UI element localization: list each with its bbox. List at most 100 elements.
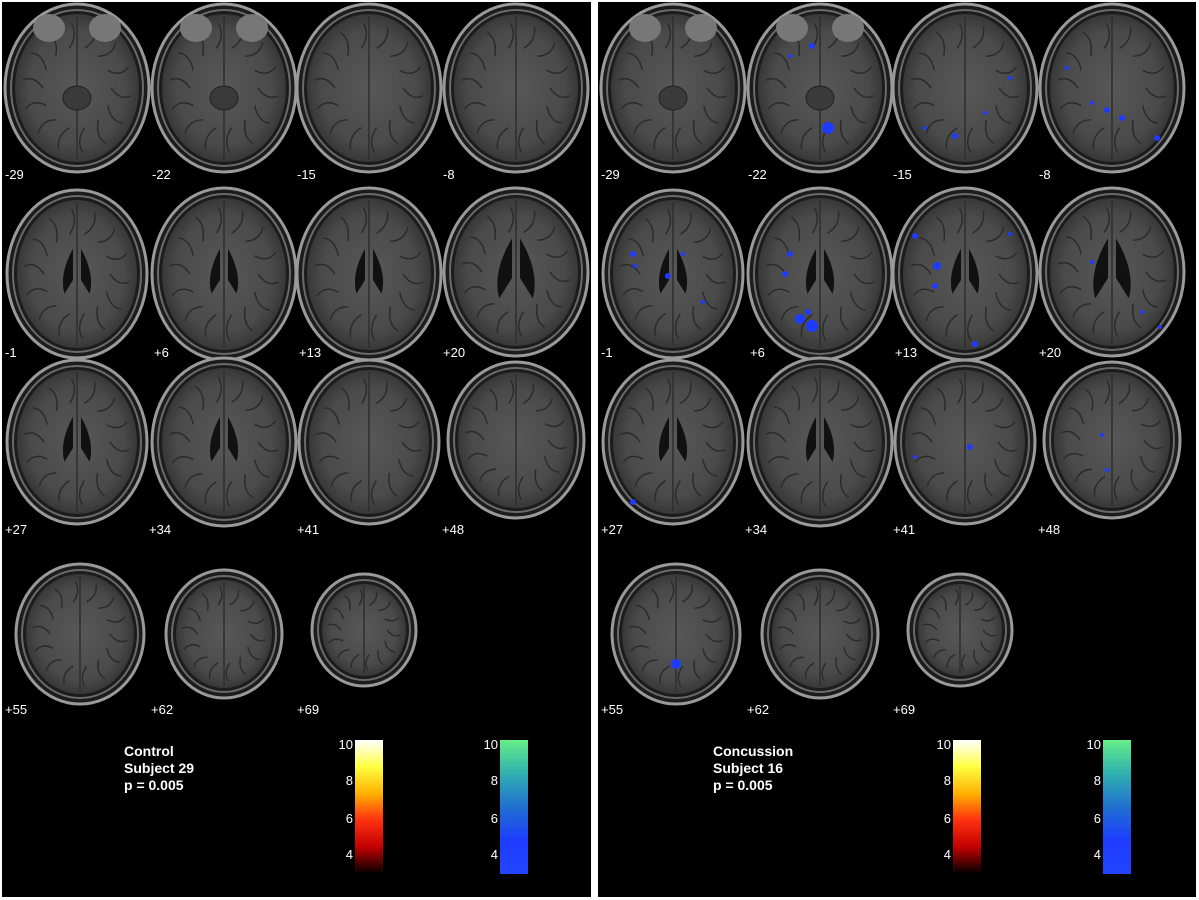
concussion-panel: -29 -22 -15 -8 -1 +6 +13 +20 +27 +34 +41 +48 +55 +62 +… bbox=[598, 2, 1196, 897]
brain-slice bbox=[745, 355, 895, 529]
colorbar-tick-label: 4 bbox=[943, 847, 951, 862]
subject-info-line: p = 0.005 bbox=[713, 777, 773, 793]
brain-slice bbox=[441, 2, 591, 175]
colorbar-tick-label: 8 bbox=[345, 773, 353, 788]
axial-mri-image bbox=[1038, 2, 1186, 174]
cool-colorbar-gradient bbox=[1103, 740, 1131, 874]
activation-blob bbox=[912, 233, 918, 239]
activation-blob bbox=[795, 314, 805, 324]
activation-blob bbox=[952, 133, 958, 139]
slice-coordinate-label: -8 bbox=[443, 167, 455, 182]
activation-blob bbox=[1158, 325, 1162, 329]
slice-coordinate-label: -29 bbox=[5, 167, 24, 182]
slice-coordinate-label: +62 bbox=[747, 702, 770, 717]
activation-blob bbox=[681, 252, 685, 256]
brain-slice bbox=[890, 2, 1040, 175]
axial-mri-image bbox=[1038, 186, 1186, 358]
hot-colorbar-gradient bbox=[355, 740, 383, 874]
axial-mri-image bbox=[3, 2, 151, 174]
brain-slice bbox=[13, 561, 147, 707]
brain-slice bbox=[892, 357, 1038, 527]
activation-blob bbox=[1090, 101, 1094, 105]
brain-slice bbox=[4, 187, 150, 361]
brain-slice bbox=[149, 185, 299, 363]
subject-info: Control Subject 29 p = 0.005 bbox=[124, 743, 194, 794]
slice-coordinate-label: +48 bbox=[442, 522, 465, 537]
activation-blob bbox=[1008, 232, 1012, 236]
slice-coordinate-label: +27 bbox=[5, 522, 28, 537]
activation-blob bbox=[1090, 260, 1094, 264]
colorbar-tick-label: 6 bbox=[490, 811, 498, 826]
brain-slice bbox=[4, 357, 150, 527]
brain-slice bbox=[745, 2, 895, 175]
activation-blob bbox=[933, 262, 941, 270]
brain-slice bbox=[149, 355, 299, 529]
slice-coordinate-label: +62 bbox=[151, 702, 174, 717]
slice-coordinate-label: +55 bbox=[5, 702, 28, 717]
activation-blob bbox=[1154, 135, 1160, 141]
colorbar-tick-label: 10 bbox=[1086, 737, 1101, 752]
axial-mri-image bbox=[891, 2, 1039, 174]
slice-coordinate-label: +20 bbox=[1039, 345, 1062, 360]
colorbar-tick-label: 10 bbox=[936, 737, 951, 752]
colorbar-tick-label: 6 bbox=[1093, 811, 1101, 826]
activation-blob bbox=[972, 341, 978, 347]
axial-mri-image bbox=[760, 568, 880, 700]
axial-mri-image bbox=[891, 186, 1039, 362]
axial-mri-image bbox=[164, 568, 284, 700]
subject-info: Concussion Subject 16 p = 0.005 bbox=[713, 743, 793, 794]
activation-blob bbox=[1065, 66, 1069, 70]
axial-mri-image bbox=[1042, 360, 1182, 520]
slice-coordinate-label: -22 bbox=[748, 167, 767, 182]
activation-blob bbox=[630, 251, 636, 257]
axial-mri-image bbox=[893, 358, 1037, 526]
brain-slice bbox=[296, 357, 442, 527]
subject-info-line: Subject 16 bbox=[713, 760, 784, 776]
brain-slice bbox=[598, 2, 748, 175]
slice-coordinate-label: +34 bbox=[149, 522, 172, 537]
slice-coordinate-label: +48 bbox=[1038, 522, 1061, 537]
colorbar-tick-label: 10 bbox=[338, 737, 353, 752]
activation-blob bbox=[806, 320, 818, 332]
axial-mri-image bbox=[150, 356, 298, 528]
activation-blob bbox=[633, 264, 637, 268]
axial-mri-image bbox=[310, 572, 418, 688]
axial-mri-image bbox=[601, 358, 745, 526]
colorbar-tick-label: 6 bbox=[943, 811, 951, 826]
brain-slice bbox=[600, 187, 746, 361]
activation-blob bbox=[983, 111, 987, 115]
activation-blob bbox=[1100, 433, 1104, 437]
subject-info-line: Subject 29 bbox=[124, 760, 195, 776]
brain-slice bbox=[890, 185, 1040, 363]
activation-blob bbox=[1104, 107, 1110, 113]
colorbar-tick-label: 4 bbox=[490, 847, 498, 862]
axial-mri-image bbox=[297, 358, 441, 526]
axial-mri-image bbox=[295, 2, 443, 174]
hot-colorbar-gradient bbox=[953, 740, 981, 874]
axial-mri-image bbox=[599, 2, 747, 174]
activation-blob bbox=[805, 309, 811, 315]
brain-slice bbox=[1041, 359, 1183, 521]
colorbar-tick-label: 8 bbox=[943, 773, 951, 788]
brain-slice bbox=[745, 185, 895, 363]
activation-blob bbox=[701, 300, 705, 304]
axial-mri-image bbox=[610, 562, 742, 706]
brain-slice bbox=[2, 2, 152, 175]
slice-coordinate-label: +41 bbox=[297, 522, 320, 537]
axial-mri-image bbox=[746, 2, 894, 174]
cool-colorbar-gradient bbox=[500, 740, 528, 874]
brain-slice bbox=[905, 571, 1015, 689]
brain-slice bbox=[163, 567, 285, 701]
colorbar-tick-label: 6 bbox=[345, 811, 353, 826]
colorbar-tick-label: 8 bbox=[1093, 773, 1101, 788]
colorbar-tick-label: 4 bbox=[1093, 847, 1101, 862]
activation-blob bbox=[665, 273, 671, 279]
slice-coordinate-label: +69 bbox=[893, 702, 916, 717]
activation-blob bbox=[913, 455, 917, 459]
activation-blob bbox=[782, 271, 788, 277]
activation-blob bbox=[923, 126, 927, 130]
axial-mri-image bbox=[150, 2, 298, 174]
slice-coordinate-label: +41 bbox=[893, 522, 916, 537]
activation-blob bbox=[967, 444, 973, 450]
activation-blob bbox=[809, 43, 815, 49]
